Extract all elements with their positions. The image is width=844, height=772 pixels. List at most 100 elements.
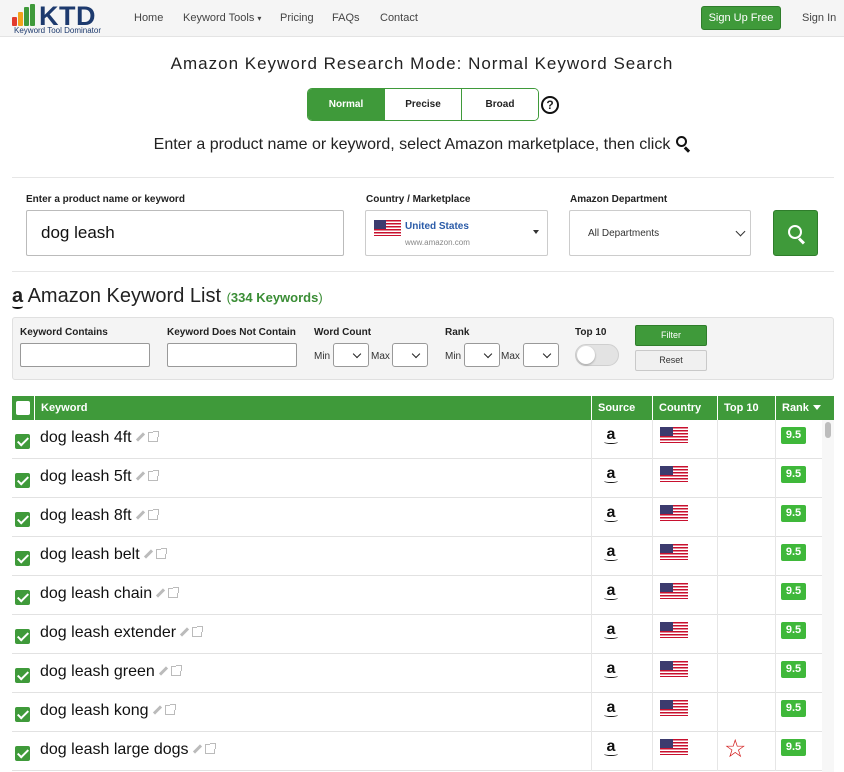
external-link-icon[interactable] (155, 548, 167, 559)
ktd-logo[interactable]: KTD Keyword Tool Dominator (12, 1, 112, 36)
us-flag-icon (660, 583, 688, 599)
pencil-icon[interactable] (135, 432, 145, 442)
keyword-text: dog leash 5ft (40, 468, 132, 485)
keyword-field-label: Enter a product name or keyword (26, 194, 185, 205)
us-flag-icon (660, 544, 688, 560)
row-keyword: dog leash green (40, 663, 182, 681)
table-row[interactable]: dog leash extender a 9.5 (12, 615, 822, 654)
row-checkbox[interactable] (15, 590, 30, 605)
header-rank[interactable]: Rank (776, 396, 834, 420)
amazon-source-icon: a (602, 660, 620, 678)
top-nav: KTD Keyword Tool Dominator Home Keyword … (0, 0, 844, 37)
nav-home[interactable]: Home (134, 12, 163, 24)
nav-pricing[interactable]: Pricing (280, 12, 314, 24)
row-checkbox[interactable] (15, 746, 30, 761)
table-scrollbar[interactable] (822, 420, 834, 772)
top10-toggle[interactable] (575, 344, 619, 366)
help-icon[interactable]: ? (541, 96, 559, 114)
pencil-icon[interactable] (135, 471, 145, 481)
pencil-icon[interactable] (143, 549, 153, 559)
table-row[interactable]: dog leash kong a 9.5 (12, 693, 822, 732)
external-link-icon[interactable] (147, 509, 159, 520)
caret-down-icon: ▾ (257, 14, 262, 23)
external-link-icon[interactable] (192, 626, 204, 637)
word-count-min-select[interactable] (333, 343, 369, 367)
pencil-icon[interactable] (155, 588, 165, 598)
external-link-icon[interactable] (168, 587, 180, 598)
keyword-text: dog leash 4ft (40, 429, 132, 446)
reset-button[interactable]: Reset (635, 350, 707, 371)
table-row[interactable]: dog leash green a 9.5 (12, 654, 822, 693)
row-checkbox[interactable] (15, 668, 30, 683)
amazon-source-icon: a (602, 621, 620, 639)
external-link-icon[interactable] (147, 470, 159, 481)
scrollbar-thumb[interactable] (825, 422, 831, 438)
header-top10[interactable]: Top 10 (718, 396, 776, 420)
keyword-contains-input[interactable] (20, 343, 150, 367)
pencil-icon[interactable] (152, 705, 162, 715)
table-row[interactable]: dog leash 4ft a 9.5 (12, 420, 822, 459)
table-row[interactable]: dog leash 8ft a 9.5 (12, 498, 822, 537)
keyword-text: dog leash kong (40, 702, 149, 719)
keyword-input[interactable]: dog leash (26, 210, 344, 256)
pencil-icon[interactable] (158, 666, 168, 676)
pencil-icon[interactable] (192, 744, 202, 754)
row-checkbox[interactable] (15, 434, 30, 449)
row-checkbox[interactable] (15, 473, 30, 488)
signin-link[interactable]: Sign In (802, 12, 836, 24)
header-source[interactable]: Source (592, 396, 653, 420)
external-link-icon[interactable] (147, 431, 159, 442)
row-keyword: dog leash belt (40, 546, 167, 564)
star-icon: ☆ (724, 735, 747, 763)
logo-tagline: Keyword Tool Dominator (14, 26, 102, 35)
us-flag-icon (660, 466, 688, 482)
page-title: Amazon Keyword Research Mode: Normal Key… (170, 54, 674, 73)
nav-faqs[interactable]: FAQs (332, 12, 360, 24)
us-flag-icon (374, 220, 401, 236)
header-country[interactable]: Country (653, 396, 718, 420)
external-link-icon[interactable] (170, 665, 182, 676)
external-link-icon[interactable] (164, 704, 176, 715)
external-link-icon[interactable] (204, 743, 216, 754)
keyword-text: dog leash large dogs (40, 741, 189, 758)
table-row[interactable]: dog leash belt a 9.5 (12, 537, 822, 576)
amazon-source-icon: a (602, 738, 620, 756)
row-checkbox[interactable] (15, 512, 30, 527)
row-keyword: dog leash extender (40, 624, 204, 642)
row-keyword: dog leash 8ft (40, 507, 159, 525)
word-count-max-select[interactable] (392, 343, 428, 367)
instruction-label: Enter a product name or keyword, select … (153, 136, 671, 153)
rank-badge: 9.5 (781, 739, 806, 756)
mode-normal-button[interactable]: Normal (308, 89, 385, 120)
keyword-count: 334 Keywords (230, 290, 319, 305)
keyword-not-contains-input[interactable] (167, 343, 297, 367)
table-row[interactable]: dog leash chain a 9.5 (12, 576, 822, 615)
chevron-down-icon (735, 226, 746, 237)
department-value: All Departments (588, 228, 660, 239)
header-keyword[interactable]: Keyword (35, 396, 592, 420)
department-select[interactable]: All Departments (569, 210, 751, 256)
pencil-icon[interactable] (179, 627, 189, 637)
rank-badge: 9.5 (781, 505, 806, 522)
filter-button[interactable]: Filter (635, 325, 707, 346)
rank-badge: 9.5 (781, 466, 806, 483)
select-all-checkbox[interactable] (12, 396, 35, 420)
row-checkbox[interactable] (15, 629, 30, 644)
country-select[interactable]: United States www.amazon.com (365, 210, 548, 256)
table-row[interactable]: dog leash 5ft a 9.5 (12, 459, 822, 498)
us-flag-icon (660, 427, 688, 443)
pencil-icon[interactable] (135, 510, 145, 520)
search-button[interactable] (773, 210, 818, 256)
signup-button[interactable]: Sign Up Free (701, 6, 781, 30)
nav-contact[interactable]: Contact (380, 12, 418, 24)
toggle-knob (577, 346, 595, 364)
nav-keyword-tools[interactable]: Keyword Tools ▾ (183, 12, 261, 24)
row-checkbox[interactable] (15, 707, 30, 722)
row-checkbox[interactable] (15, 551, 30, 566)
mode-precise-button[interactable]: Precise (385, 89, 462, 120)
table-header: Keyword Source Country Top 10 Rank (12, 396, 834, 420)
rank-min-select[interactable] (464, 343, 500, 367)
rank-max-select[interactable] (523, 343, 559, 367)
table-row[interactable]: dog leash large dogs a ☆ 9.5 (12, 732, 822, 771)
mode-broad-button[interactable]: Broad (462, 89, 538, 120)
